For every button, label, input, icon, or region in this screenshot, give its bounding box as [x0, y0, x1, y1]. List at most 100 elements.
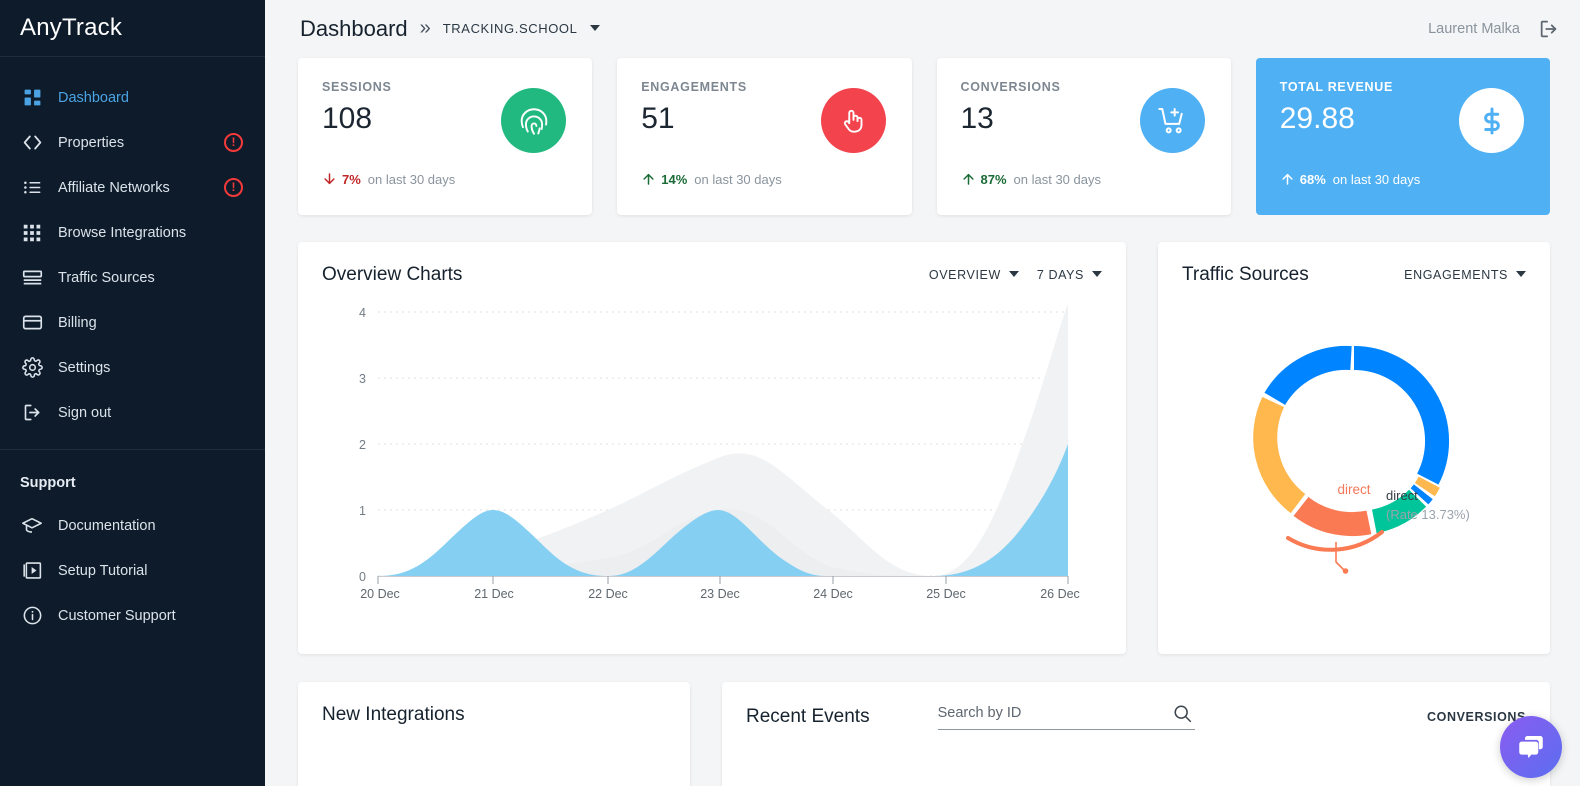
sidebar-item-settings[interactable]: Settings — [0, 345, 265, 390]
traffic-metric-dropdown[interactable]: ENGAGEMENTS — [1404, 266, 1526, 284]
overview-range-dropdown[interactable]: 7 DAYS — [1037, 266, 1102, 284]
overview-charts-panel: Overview Charts OVERVIEW 7 DAYS 4 3 2 1 … — [298, 242, 1126, 654]
search-icon[interactable] — [1172, 703, 1193, 729]
info-circle-icon — [20, 604, 44, 628]
kpi-delta-value: 7% — [342, 171, 361, 187]
property-selector[interactable]: TRACKING.SCHOOL — [443, 20, 600, 38]
user-name: Laurent Malka — [1428, 20, 1520, 37]
arrow-up-icon — [1280, 171, 1295, 187]
kpi-card-conversions: CONVERSIONS 13 87% on last 30 days — [936, 58, 1231, 215]
breadcrumb-root[interactable]: Dashboard — [300, 16, 408, 42]
kpi-delta-value: 87% — [980, 171, 1007, 187]
alert-icon[interactable]: ! — [224, 178, 243, 197]
svg-text:2: 2 — [359, 438, 366, 452]
sidebar-item-affiliate-networks[interactable]: Affiliate Networks ! — [0, 165, 265, 210]
kpi-card-total-revenue: TOTAL REVENUE 29.88 68% on last 30 days — [1255, 58, 1550, 215]
kpi-delta-value: 14% — [661, 171, 688, 187]
sidebar-support-heading: Support — [20, 475, 76, 491]
svg-text:4: 4 — [359, 306, 366, 320]
svg-text:23 Dec: 23 Dec — [700, 587, 740, 601]
sidebar-item-label: Affiliate Networks — [58, 179, 170, 196]
svg-text:1: 1 — [359, 504, 366, 518]
brand-logo: AnyTrack — [0, 0, 265, 57]
video-play-icon — [20, 559, 44, 583]
search-box — [937, 703, 1195, 730]
chat-bubble-icon[interactable] — [1500, 716, 1562, 778]
traffic-sources-header: Traffic Sources ENGAGEMENTS — [1158, 242, 1550, 286]
donut-callout-name: direct — [1386, 488, 1418, 503]
sidebar-item-traffic-sources[interactable]: Traffic Sources — [0, 255, 265, 300]
panel-title: Traffic Sources — [1182, 264, 1309, 285]
sidebar-item-label: Documentation — [58, 517, 156, 534]
kpi-delta: 14% on last 30 days — [641, 171, 782, 187]
apps-icon — [20, 221, 44, 245]
kpi-delta-note: on last 30 days — [1332, 171, 1421, 187]
overview-charts-controls: OVERVIEW 7 DAYS — [929, 266, 1102, 284]
sidebar-item-label: Billing — [58, 314, 97, 331]
sidebar-item-properties[interactable]: Properties ! — [0, 120, 265, 165]
sidebar-item-label: Browse Integrations — [58, 224, 187, 241]
kpi-row: SESSIONS 108 7% on last 30 days ENGAGEME… — [298, 58, 1550, 215]
svg-text:25 Dec: 25 Dec — [926, 587, 966, 601]
sidebar-item-dashboard[interactable]: Dashboard — [0, 75, 265, 120]
kpi-card-engagements: ENGAGEMENTS 51 14% on last 30 days — [617, 58, 912, 215]
donut-segment-blue — [1353, 346, 1450, 485]
fingerprint-icon — [501, 88, 567, 153]
main-area: Dashboard » TRACKING.SCHOOL Laurent Malk… — [265, 0, 1580, 786]
credit-card-icon — [20, 311, 44, 335]
panel-row: Overview Charts OVERVIEW 7 DAYS 4 3 2 1 … — [298, 242, 1550, 654]
sign-out-icon — [20, 401, 44, 425]
chevron-down-icon — [589, 24, 600, 31]
sidebar-item-browse-integrations[interactable]: Browse Integrations — [0, 210, 265, 255]
donut-segment-blue-close — [1264, 345, 1352, 406]
kpi-delta-note: on last 30 days — [694, 171, 782, 187]
sidebar-item-sign-out[interactable]: Sign out — [0, 390, 265, 435]
gear-icon — [20, 356, 44, 380]
arrow-down-icon — [322, 171, 337, 187]
donut-leader-line — [1335, 542, 1345, 571]
sidebar-item-label: Sign out — [58, 404, 112, 421]
sidebar-item-label: Dashboard — [58, 89, 129, 106]
recent-events-panel: Recent Events CONVERSIONS — [722, 682, 1550, 786]
breadcrumb-separator: » — [419, 17, 431, 39]
donut-segment-direct — [1293, 496, 1372, 537]
sign-out-icon[interactable] — [1538, 18, 1560, 40]
app-root: AnyTrack Dashboard Properties ! Affiliat… — [0, 0, 1580, 786]
sidebar-item-setup-tutorial[interactable]: Setup Tutorial — [0, 548, 265, 593]
kpi-delta: 87% on last 30 days — [961, 171, 1101, 187]
new-integrations-header: New Integrations — [298, 682, 690, 726]
overview-range-label: 7 DAYS — [1036, 268, 1084, 282]
arrow-up-icon — [641, 171, 656, 187]
sidebar-item-documentation[interactable]: Documentation — [0, 503, 265, 548]
topbar-right: Laurent Malka — [1428, 18, 1560, 40]
overview-area-chart[interactable]: 4 3 2 1 0 20 Dec 21 Dec 22 Dec 23 Dec 24… — [298, 286, 1126, 623]
sidebar-item-label: Setup Tutorial — [58, 562, 148, 579]
donut-callout-label: direct (Rate 13.73%) — [1386, 486, 1470, 524]
grid-icon — [20, 86, 44, 110]
svg-text:20 Dec: 20 Dec — [360, 587, 400, 601]
sidebar-item-label: Customer Support — [58, 607, 176, 624]
chevron-down-icon — [1516, 271, 1526, 277]
sidebar-item-customer-support[interactable]: Customer Support — [0, 593, 265, 638]
kpi-delta-note: on last 30 days — [1013, 171, 1101, 187]
code-icon — [20, 131, 44, 155]
new-integrations-panel: New Integrations — [298, 682, 690, 786]
overview-charts-header: Overview Charts OVERVIEW 7 DAYS — [298, 242, 1126, 286]
cart-plus-icon — [1139, 88, 1205, 153]
sidebar-item-billing[interactable]: Billing — [0, 300, 265, 345]
kpi-delta-value: 68% — [1299, 171, 1326, 187]
traffic-metric-label: ENGAGEMENTS — [1404, 268, 1508, 282]
traffic-donut-chart[interactable]: direct direct (Rate 13.73%) — [1158, 286, 1550, 616]
search-input[interactable] — [937, 705, 1153, 721]
alert-icon[interactable]: ! — [224, 133, 243, 152]
sidebar-item-label: Settings — [58, 359, 111, 376]
chevron-down-icon — [1008, 271, 1019, 277]
recent-events-header: Recent Events CONVERSIONS — [722, 682, 1550, 730]
chevron-down-icon — [1092, 271, 1102, 277]
overview-metric-dropdown[interactable]: OVERVIEW — [929, 266, 1019, 284]
property-selector-label: TRACKING.SCHOOL — [442, 20, 578, 36]
svg-text:22 Dec: 22 Dec — [588, 587, 628, 601]
layers-icon — [20, 266, 44, 290]
panel-title: New Integrations — [322, 704, 465, 725]
svg-text:24 Dec: 24 Dec — [813, 587, 853, 601]
